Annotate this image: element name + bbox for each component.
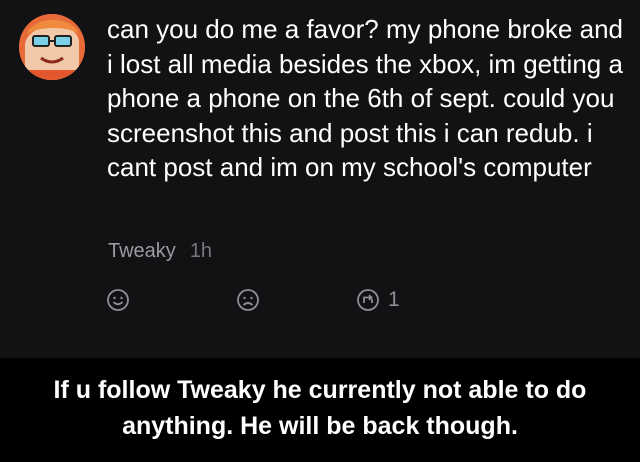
repost-circle-icon	[357, 289, 379, 311]
post-meta: Tweaky 1h	[108, 240, 212, 263]
repost-button[interactable]: 1	[356, 288, 400, 312]
react-sad-button[interactable]	[236, 288, 260, 312]
sad-face-icon	[237, 289, 259, 311]
caption-line-2: anything. He will be back though.	[122, 412, 518, 440]
caption-line-1: If u follow Tweaky he currently not able…	[53, 376, 587, 404]
avatar-illustration	[19, 14, 85, 80]
author-name[interactable]: Tweaky	[108, 240, 176, 262]
avatar[interactable]	[19, 14, 85, 80]
post-card: can you do me a favor? my phone broke an…	[0, 0, 640, 358]
post-time: 1h	[189, 240, 213, 262]
repost-count: 1	[388, 288, 400, 311]
caption: If u follow Tweaky he currently not able…	[0, 372, 640, 444]
smile-face-icon	[107, 289, 129, 311]
react-happy-button[interactable]	[106, 288, 130, 312]
post-text: can you do me a favor? my phone broke an…	[107, 14, 623, 182]
